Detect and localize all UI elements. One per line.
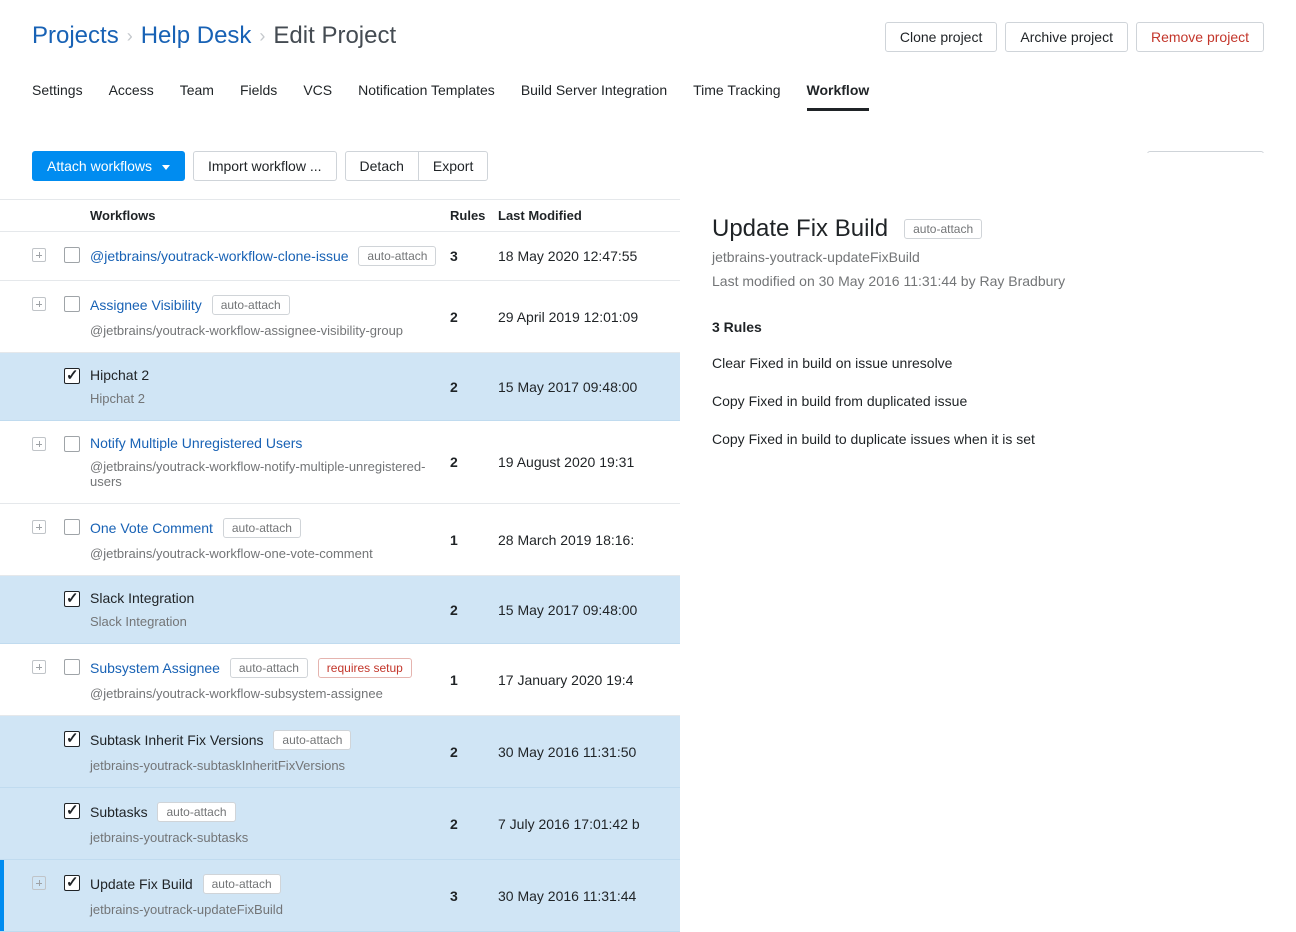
- detach-button[interactable]: Detach: [345, 151, 419, 181]
- tab-access[interactable]: Access: [109, 82, 154, 111]
- breadcrumb-projects[interactable]: Projects: [32, 22, 119, 50]
- checkbox[interactable]: [64, 436, 80, 452]
- rule-item[interactable]: Copy Fixed in build to duplicate issues …: [712, 431, 1264, 447]
- clone-project-button[interactable]: Clone project: [885, 22, 998, 52]
- expand-icon[interactable]: [32, 248, 46, 262]
- rules-count: 2: [450, 744, 498, 760]
- auto-attach-badge: auto-attach: [203, 874, 281, 894]
- details-rules-heading: 3 Rules: [712, 319, 1264, 335]
- details-last-modified: Last modified on 30 May 2016 11:31:44 by…: [712, 273, 1264, 289]
- workflow-name[interactable]: Subtasks: [90, 804, 148, 820]
- expand-icon[interactable]: [32, 876, 46, 890]
- rules-count: 2: [450, 309, 498, 325]
- workflow-package: Hipchat 2: [90, 391, 450, 406]
- auto-attach-badge: auto-attach: [904, 219, 982, 239]
- rules-count: 2: [450, 379, 498, 395]
- checkbox[interactable]: [64, 519, 80, 535]
- breadcrumb-helpdesk[interactable]: Help Desk: [141, 22, 252, 50]
- archive-project-button[interactable]: Archive project: [1005, 22, 1128, 52]
- column-header-workflows[interactable]: Workflows: [90, 208, 450, 223]
- tab-workflow[interactable]: Workflow: [807, 82, 870, 111]
- attach-workflows-button[interactable]: Attach workflows: [32, 151, 185, 181]
- chevron-down-icon: [162, 165, 170, 170]
- details-package: jetbrains-youtrack-updateFixBuild: [712, 249, 1264, 265]
- workflow-name[interactable]: Hipchat 2: [90, 367, 149, 383]
- checkbox[interactable]: [64, 875, 80, 891]
- tab-build-server-integration[interactable]: Build Server Integration: [521, 82, 667, 111]
- workflow-package: @jetbrains/youtrack-workflow-assignee-vi…: [90, 323, 450, 338]
- expand-icon[interactable]: [32, 297, 46, 311]
- tab-settings[interactable]: Settings: [32, 82, 83, 111]
- tab-team[interactable]: Team: [180, 82, 214, 111]
- export-button[interactable]: Export: [418, 151, 488, 181]
- workflow-name[interactable]: Slack Integration: [90, 590, 194, 606]
- rules-count: 1: [450, 672, 498, 688]
- auto-attach-badge: auto-attach: [230, 658, 308, 678]
- rules-count: 2: [450, 816, 498, 832]
- rules-count: 2: [450, 602, 498, 618]
- remove-project-button[interactable]: Remove project: [1136, 22, 1264, 52]
- auto-attach-badge: auto-attach: [273, 730, 351, 750]
- checkbox[interactable]: [64, 247, 80, 263]
- workflow-name[interactable]: Update Fix Build: [90, 876, 193, 892]
- workflow-package: jetbrains-youtrack-subtasks: [90, 830, 450, 845]
- auto-attach-badge: auto-attach: [157, 802, 235, 822]
- expand-icon[interactable]: [32, 520, 46, 534]
- checkbox[interactable]: [64, 731, 80, 747]
- rules-count: 3: [450, 888, 498, 904]
- workflow-name[interactable]: @jetbrains/youtrack-workflow-clone-issue: [90, 248, 349, 264]
- column-header-rules[interactable]: Rules: [450, 208, 498, 223]
- rules-count: 2: [450, 454, 498, 470]
- checkbox[interactable]: [64, 296, 80, 312]
- checkbox[interactable]: [64, 591, 80, 607]
- breadcrumb: Projects › Help Desk › Edit Project: [32, 22, 396, 50]
- expand-icon[interactable]: [32, 660, 46, 674]
- details-title: Update Fix Build: [712, 215, 888, 243]
- workflow-name[interactable]: Subtask Inherit Fix Versions: [90, 732, 264, 748]
- auto-attach-badge: auto-attach: [223, 518, 301, 538]
- workflow-package: jetbrains-youtrack-subtaskInheritFixVers…: [90, 758, 450, 773]
- details-panel: Update Fix Build auto-attach jetbrains-y…: [680, 153, 1296, 932]
- auto-attach-badge: auto-attach: [212, 295, 290, 315]
- requires-setup-badge: requires setup: [318, 658, 412, 678]
- workflow-name[interactable]: Subsystem Assignee: [90, 660, 220, 676]
- rule-item[interactable]: Clear Fixed in build on issue unresolve: [712, 355, 1264, 371]
- tab-notification-templates[interactable]: Notification Templates: [358, 82, 495, 111]
- tab-vcs[interactable]: VCS: [303, 82, 332, 111]
- breadcrumb-current: Edit Project: [273, 22, 396, 50]
- rule-item[interactable]: Copy Fixed in build from duplicated issu…: [712, 393, 1264, 409]
- tab-time-tracking[interactable]: Time Tracking: [693, 82, 780, 111]
- expand-icon[interactable]: [32, 437, 46, 451]
- import-workflow-button[interactable]: Import workflow ...: [193, 151, 337, 181]
- chevron-right-icon: ›: [259, 26, 265, 47]
- checkbox[interactable]: [64, 803, 80, 819]
- rules-count: 1: [450, 532, 498, 548]
- auto-attach-badge: auto-attach: [358, 246, 436, 266]
- tab-fields[interactable]: Fields: [240, 82, 277, 111]
- workflow-package: Slack Integration: [90, 614, 450, 629]
- workflow-name[interactable]: Notify Multiple Unregistered Users: [90, 435, 302, 451]
- attach-workflows-label: Attach workflows: [47, 158, 152, 174]
- workflow-package: @jetbrains/youtrack-workflow-one-vote-co…: [90, 546, 450, 561]
- checkbox[interactable]: [64, 659, 80, 675]
- checkbox[interactable]: [64, 368, 80, 384]
- workflow-package: @jetbrains/youtrack-workflow-notify-mult…: [90, 459, 450, 489]
- workflow-package: jetbrains-youtrack-updateFixBuild: [90, 902, 450, 917]
- workflow-package: @jetbrains/youtrack-workflow-subsystem-a…: [90, 686, 450, 701]
- chevron-right-icon: ›: [127, 26, 133, 47]
- rules-count: 3: [450, 248, 498, 264]
- workflow-name[interactable]: One Vote Comment: [90, 520, 213, 536]
- workflow-name[interactable]: Assignee Visibility: [90, 297, 202, 313]
